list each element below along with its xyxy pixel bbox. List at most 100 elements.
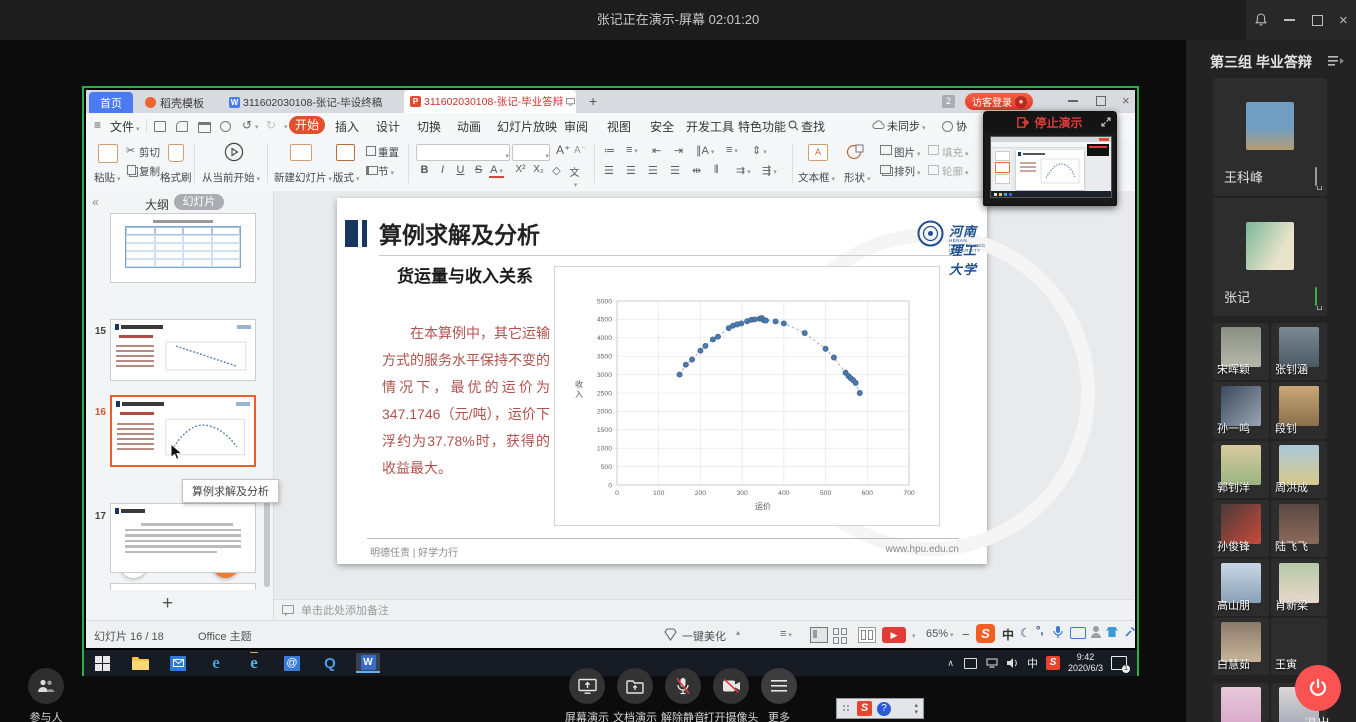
ime-toolbox-icon[interactable]: [1124, 626, 1136, 638]
action-center-icon[interactable]: 1: [1111, 656, 1127, 670]
tray-ime-indicator[interactable]: 中: [1027, 655, 1038, 671]
more-options-button[interactable]: 更多: [746, 668, 812, 722]
participant-tile[interactable]: 宋晖颖: [1213, 323, 1269, 380]
wps-minimize-icon[interactable]: [1068, 100, 1078, 102]
menu-design[interactable]: 设计: [376, 118, 400, 135]
tab-docer-templates[interactable]: 稻壳模板: [139, 92, 219, 113]
slide-thumbnail[interactable]: [110, 503, 256, 573]
menu-insert[interactable]: 插入: [335, 118, 359, 135]
participant-list-toggle-icon[interactable]: [1328, 55, 1344, 67]
arrange-button[interactable]: 排列: [894, 164, 921, 179]
file-explorer-icon[interactable]: [128, 653, 152, 673]
tray-tablet-icon[interactable]: [964, 658, 977, 669]
ime-keyboard-icon[interactable]: [1070, 627, 1086, 639]
decrease-font-icon[interactable]: A⁻: [574, 145, 586, 156]
slideshow-play-button[interactable]: ▶: [882, 627, 906, 643]
format-painter-button[interactable]: 格式刷: [160, 170, 192, 185]
menu-file[interactable]: 文件: [110, 118, 140, 135]
underline-icon[interactable]: U: [453, 164, 468, 176]
clear-format-icon[interactable]: ◇: [549, 164, 564, 177]
participant-tile[interactable]: 白慧茹: [1213, 618, 1269, 675]
slide-thumbnail[interactable]: [110, 319, 256, 381]
ime-account-icon[interactable]: [1090, 625, 1102, 639]
beautify-icon[interactable]: [664, 628, 677, 641]
participant-tile[interactable]: 肖新梁: [1271, 559, 1327, 616]
mic-muted-icon[interactable]: [1315, 168, 1317, 186]
tab-home[interactable]: 首页: [89, 92, 133, 113]
format-painter-icon[interactable]: [168, 144, 184, 162]
slide-title[interactable]: 算例求解及分析: [379, 216, 540, 250]
wps-restore-icon[interactable]: [1096, 96, 1106, 106]
search-icon[interactable]: [788, 120, 799, 131]
start-button[interactable]: [90, 653, 114, 673]
menu-devtools[interactable]: 开发工具: [686, 118, 734, 135]
copy-button[interactable]: 复制: [139, 164, 160, 179]
participant-tile[interactable]: 张钊涵: [1271, 323, 1327, 380]
beautify-button[interactable]: 一键美化: [682, 628, 726, 644]
wps-taskbar-icon-active[interactable]: W: [356, 653, 380, 673]
bold-icon[interactable]: B: [417, 164, 432, 176]
reset-button[interactable]: 重置: [378, 145, 399, 160]
slide-thumbnail[interactable]: [110, 213, 256, 283]
menu-collaborate[interactable]: 协: [956, 118, 967, 134]
italic-icon[interactable]: I: [435, 164, 450, 176]
bell-icon[interactable]: [1254, 13, 1268, 27]
sogou-mini-toolbar[interactable]: S ? ▴▾: [836, 698, 924, 719]
participant-tile[interactable]: 孙俊锋: [1213, 500, 1269, 557]
section-button[interactable]: 节: [378, 164, 394, 179]
line-spacing-icon[interactable]: ⇕: [752, 144, 767, 157]
decrease-indent-icon[interactable]: ⇤: [652, 144, 661, 157]
chart-frame[interactable]: 0500100015002000250030003500400045005000…: [554, 266, 940, 526]
ime-skin-icon[interactable]: [1106, 627, 1118, 637]
shapes-icon[interactable]: [846, 143, 864, 161]
menu-security[interactable]: 安全: [650, 118, 674, 135]
hamburger-icon[interactable]: ≡: [94, 118, 101, 132]
screen-preview-thumbnail[interactable]: [985, 133, 1115, 204]
collapse-panel-icon[interactable]: «: [92, 195, 99, 209]
fill-button[interactable]: 填充: [942, 145, 969, 160]
participant-tile[interactable]: 陆飞飞: [1271, 500, 1327, 557]
bullet-list-icon[interactable]: ≔: [604, 144, 615, 157]
menu-features[interactable]: 特色功能: [738, 118, 786, 135]
sync-status[interactable]: 未同步: [887, 118, 926, 134]
font-size-select[interactable]: [512, 144, 550, 161]
ime-mode-chinese[interactable]: 中: [1002, 626, 1014, 643]
align-left-icon[interactable]: ☰: [604, 164, 614, 177]
menu-animation[interactable]: 动画: [457, 118, 481, 135]
menu-review[interactable]: 审阅: [564, 118, 588, 135]
align-center-icon[interactable]: ☰: [626, 164, 636, 177]
zoom-out-icon[interactable]: −: [962, 627, 970, 642]
undo-dropdown[interactable]: [253, 118, 259, 132]
reading-view-icon[interactable]: [858, 627, 876, 643]
print-icon[interactable]: [198, 122, 211, 133]
slide-thumbnail-partial[interactable]: [110, 583, 256, 590]
participant-tile[interactable]: 段钊: [1271, 382, 1327, 439]
new-tab-button[interactable]: +: [589, 93, 597, 109]
menu-slideshow[interactable]: 幻灯片放映: [497, 118, 557, 135]
print-preview-icon[interactable]: [220, 121, 231, 132]
tab-defense-ppt-active[interactable]: P 311602030108-张记-毕业答辩 ×: [404, 90, 576, 113]
align-right-icon[interactable]: ☰: [648, 164, 658, 177]
cut-button[interactable]: 剪切: [139, 145, 160, 160]
menu-transition[interactable]: 切换: [417, 118, 441, 135]
ribbon-collapse-icon[interactable]: [282, 118, 288, 132]
number-list-icon[interactable]: ≡: [626, 144, 638, 156]
exit-meeting-button[interactable]: [1295, 665, 1341, 711]
tray-network-icon[interactable]: [986, 658, 998, 668]
slide-body-text[interactable]: 在本算例中，其它运输方式的服务水平保持不变的情况下，最优的运价为347.1746…: [382, 320, 550, 482]
restore-icon[interactable]: [1312, 15, 1323, 26]
participant-tile[interactable]: 孙一鸣: [1213, 382, 1269, 439]
tray-sogou-icon[interactable]: S: [1046, 656, 1060, 670]
participant-tile[interactable]: 周洪成: [1271, 441, 1327, 498]
slideshow-options-icon[interactable]: [910, 629, 916, 641]
minimize-icon[interactable]: [1284, 19, 1295, 21]
paste-icon[interactable]: [98, 144, 118, 163]
edge-browser-icon[interactable]: e: [204, 653, 228, 673]
text-direction-icon[interactable]: ∥A: [696, 144, 714, 157]
stop-presenting-button[interactable]: 停止演示: [1034, 114, 1082, 131]
outline-button[interactable]: 轮廓: [942, 164, 969, 179]
menu-find[interactable]: 查找: [801, 118, 825, 135]
notes-bar[interactable]: 单击此处添加备注: [274, 599, 1135, 620]
ie-browser-icon[interactable]: e: [242, 653, 266, 673]
ime-fullmoon-icon[interactable]: ☾: [1020, 626, 1031, 640]
